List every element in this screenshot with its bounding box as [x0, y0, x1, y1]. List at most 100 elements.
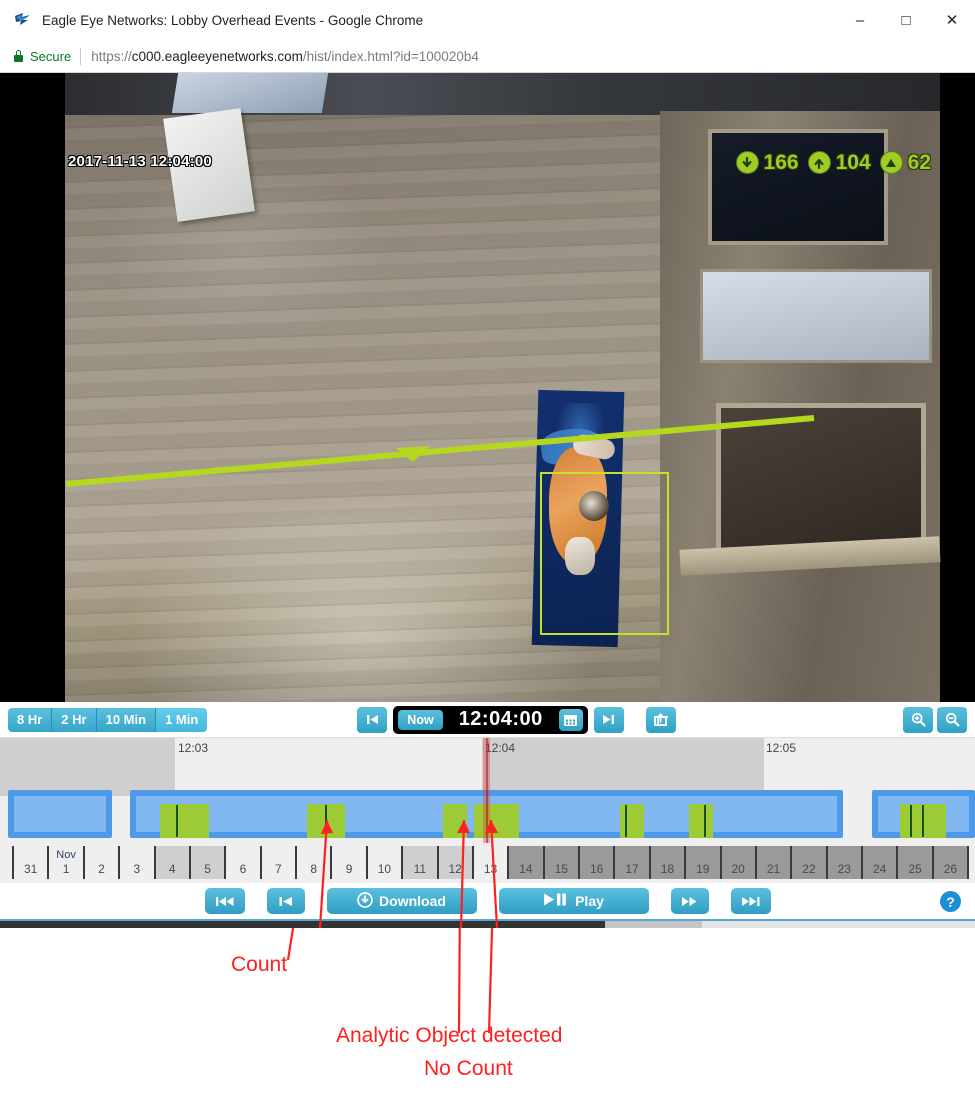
day-number-label: 17	[625, 862, 639, 876]
day-cell-8[interactable]: 8	[295, 846, 331, 879]
help-button[interactable]: ?	[940, 891, 961, 912]
day-cell-14[interactable]: 14	[507, 846, 543, 879]
timeline-time-label: 12:05	[766, 741, 797, 755]
scrollbar-track-segment[interactable]	[604, 921, 702, 928]
share-export-icon[interactable]	[645, 706, 676, 733]
day-number-label: 23	[837, 862, 851, 876]
day-number-label: 24	[873, 862, 887, 876]
day-cell-31[interactable]: 31	[12, 846, 48, 879]
counter-up-value: 104	[835, 151, 871, 174]
day-cell-9[interactable]: 9	[330, 846, 366, 879]
skip-to-start-button[interactable]	[204, 888, 245, 914]
event-timeline[interactable]: 12:03 12:04 12:05	[0, 738, 975, 843]
arrow-up-circle-icon	[807, 151, 831, 174]
timeline-event-marker[interactable]	[443, 804, 467, 838]
day-cell-20[interactable]: 20	[719, 846, 755, 879]
minimize-button[interactable]: –	[837, 4, 883, 36]
timeline-count-tick	[625, 805, 627, 837]
timeline-count-tick	[325, 805, 327, 837]
magnifier-plus-icon[interactable]	[903, 706, 933, 733]
upper-window	[708, 129, 888, 245]
video-timestamp: 2017-11-13 12:04:00	[68, 153, 212, 170]
day-cell-6[interactable]: 6	[224, 846, 260, 879]
step-back-button[interactable]	[266, 888, 305, 914]
horizontal-scrollbar[interactable]	[0, 919, 975, 928]
day-cell-13[interactable]: 13	[471, 846, 508, 879]
skylight	[171, 73, 329, 113]
day-number-label: 9	[345, 862, 353, 876]
day-cell-11[interactable]: 11	[401, 846, 437, 879]
download-circle-icon	[357, 891, 373, 911]
play-button[interactable]: Play	[498, 888, 649, 914]
calendar-day-strip[interactable]: 31 Nov 1 2 3 4 5 6 7 8 9 10 11 12 13 14 15 16 17 18 19 20 21 22…	[0, 843, 975, 883]
day-cell-16[interactable]: 16	[578, 846, 614, 879]
secure-label: Secure	[30, 48, 72, 64]
analytics-counters: 166 104 62	[735, 151, 931, 174]
day-cell-7[interactable]: 7	[259, 846, 295, 879]
url-scheme: https://	[91, 48, 132, 64]
day-cell-10[interactable]: 10	[365, 846, 402, 879]
day-cell-19[interactable]: 19	[684, 846, 720, 879]
calendar-icon[interactable]	[558, 708, 583, 731]
time-display: Now 12:04:00	[393, 705, 588, 734]
counter-down-value: 166	[763, 151, 799, 174]
day-number-label: 12	[448, 862, 462, 876]
timeline-event-marker[interactable]	[620, 804, 644, 838]
day-cell-12[interactable]: 12	[436, 846, 472, 879]
timeline-event-marker[interactable]	[160, 804, 209, 838]
person-head	[579, 491, 609, 521]
day-cell-26[interactable]: 26	[931, 846, 970, 879]
timeline-event-marker[interactable]	[689, 804, 713, 838]
day-cell-15[interactable]: 15	[542, 846, 578, 879]
day-number-label: 21	[766, 862, 781, 876]
download-label: Download	[379, 893, 446, 909]
day-cell-25[interactable]: 25	[896, 846, 932, 879]
skip-to-end-button[interactable]	[730, 888, 771, 914]
window-title-text: Eagle Eye Networks: Lobby Overhead Event…	[42, 12, 424, 28]
day-cell-1[interactable]: Nov 1	[47, 846, 83, 879]
timeline-recording-segment[interactable]	[8, 790, 112, 838]
duration-button-8-hr[interactable]: 8 Hr	[8, 707, 53, 732]
timeline-segment-inner	[14, 796, 106, 832]
next-event-button[interactable]	[593, 706, 624, 733]
annotation-no-count: No Count	[424, 1057, 513, 1080]
timeline-event-marker[interactable]	[474, 804, 519, 838]
close-button[interactable]: ✕	[929, 4, 975, 36]
day-cell-3[interactable]: 3	[118, 846, 154, 879]
day-number-label: 18	[660, 862, 675, 876]
day-cell-17[interactable]: 17	[613, 846, 649, 879]
duration-button-10-min[interactable]: 10 Min	[96, 707, 157, 732]
now-button[interactable]: Now	[398, 709, 443, 730]
day-month-label: Nov	[56, 849, 76, 862]
current-time-value: 12:04:00	[458, 708, 543, 730]
prev-event-button[interactable]	[357, 706, 388, 733]
lock-icon	[14, 50, 23, 62]
maximize-button[interactable]: □	[883, 4, 929, 36]
duration-button-2-hr[interactable]: 2 Hr	[52, 707, 97, 732]
triangle-circle-icon	[879, 151, 903, 174]
zoom-controls	[903, 706, 967, 733]
day-number-label: 14	[519, 862, 533, 876]
day-cell-21[interactable]: 21	[754, 846, 791, 879]
day-number-label: 15	[554, 862, 568, 876]
address-bar[interactable]: Secure https://c000.eagleeyenetworks.com…	[0, 40, 975, 73]
day-cell-18[interactable]: 18	[648, 846, 685, 879]
day-cell-5[interactable]: 5	[188, 846, 225, 879]
day-cell-23[interactable]: 23	[825, 846, 861, 879]
duration-button-1-min[interactable]: 1 Min	[156, 707, 208, 732]
download-button[interactable]: Download	[326, 888, 477, 914]
magnifier-minus-icon[interactable]	[937, 706, 967, 733]
window-title-bar: Eagle Eye Networks: Lobby Overhead Event…	[0, 0, 975, 40]
day-number-label: 13	[483, 862, 498, 876]
day-cell-24[interactable]: 24	[861, 846, 897, 879]
window-sill	[700, 269, 932, 363]
timeline-count-tick	[704, 805, 706, 837]
day-cell-4[interactable]: 4	[153, 846, 189, 879]
timeline-count-tick	[922, 805, 924, 837]
scrollbar-thumb[interactable]	[0, 921, 605, 928]
video-player[interactable]: 2017-11-13 12:04:00 166 104 62	[0, 73, 975, 702]
day-cell-2[interactable]: 2	[82, 846, 119, 879]
day-cell-22[interactable]: 22	[790, 846, 826, 879]
url-text[interactable]: https://c000.eagleeyenetworks.com/hist/i…	[91, 49, 479, 64]
fast-forward-button[interactable]	[670, 888, 709, 914]
